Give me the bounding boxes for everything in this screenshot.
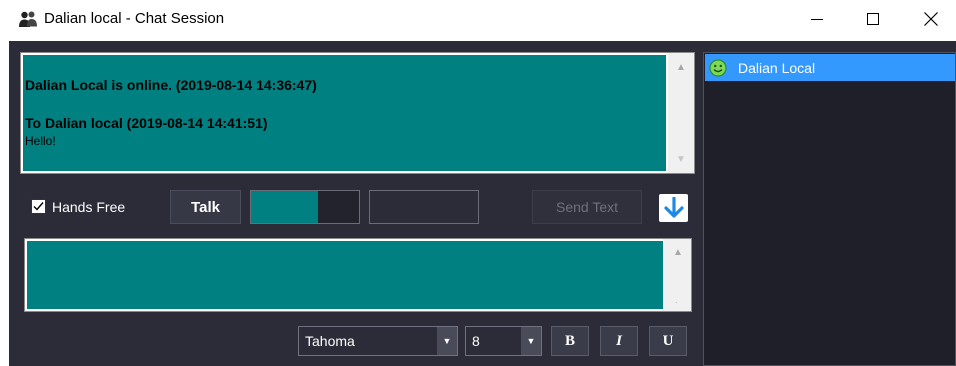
message-input[interactable]: ▲ . [24, 238, 692, 312]
audio-level-meter [250, 190, 360, 224]
maximize-button[interactable] [850, 0, 896, 38]
chevron-down-icon[interactable]: ▼ [521, 327, 541, 355]
participants-list: Dalian Local [703, 52, 956, 366]
chat-log-content: Dalian Local is online. (2019-08-14 14:3… [23, 55, 666, 171]
message-input-scrollbar[interactable]: ▲ . [663, 239, 691, 311]
chevron-down-icon[interactable]: ▼ [437, 327, 457, 355]
status-field [369, 190, 479, 224]
scroll-up-icon[interactable]: ▲ [673, 247, 683, 258]
font-size-value: 8 [472, 333, 480, 349]
minimize-icon [811, 19, 823, 20]
bold-button[interactable]: B [551, 326, 589, 356]
chat-log[interactable]: Dalian Local is online. (2019-08-14 14:3… [20, 52, 695, 174]
minimize-button[interactable] [794, 0, 840, 38]
close-button[interactable] [908, 0, 954, 38]
hands-free-label[interactable]: Hands Free [52, 199, 125, 216]
scroll-up-icon[interactable]: ▲ [676, 62, 686, 73]
font-size-select[interactable]: 8 ▼ [465, 326, 542, 356]
chat-log-scrollbar[interactable]: ▲ ▼ [668, 53, 694, 173]
underline-button[interactable]: U [649, 326, 687, 356]
chat-message: Dalian Local is online. (2019-08-14 14:3… [25, 77, 317, 93]
chat-message: Hello! [25, 134, 56, 148]
font-family-value: Tahoma [305, 333, 355, 349]
message-input-area[interactable] [27, 241, 663, 309]
arrow-down-icon [663, 197, 684, 218]
send-text-button[interactable]: Send Text [532, 190, 642, 224]
checkmark-icon [33, 202, 44, 211]
chat-message: To Dalian local (2019-08-14 14:41:51) [25, 115, 268, 131]
audio-level-fill [251, 191, 318, 223]
window-title: Dalian local - Chat Session [44, 10, 225, 27]
maximize-icon [867, 13, 879, 25]
resize-grip-icon: . [675, 295, 678, 305]
list-item[interactable]: Dalian Local [705, 54, 955, 81]
font-family-select[interactable]: Tahoma ▼ [298, 326, 458, 356]
scroll-to-bottom-button[interactable] [659, 194, 688, 222]
hands-free-checkbox[interactable] [31, 199, 46, 214]
title-bar: Dalian local - Chat Session [0, 0, 956, 40]
participant-name: Dalian Local [738, 59, 816, 76]
talk-button[interactable]: Talk [170, 190, 241, 224]
close-icon [924, 12, 938, 26]
scroll-down-icon[interactable]: ▼ [676, 154, 686, 165]
italic-button[interactable]: I [600, 326, 638, 356]
smiley-online-icon [709, 58, 727, 77]
users-icon [19, 11, 37, 27]
